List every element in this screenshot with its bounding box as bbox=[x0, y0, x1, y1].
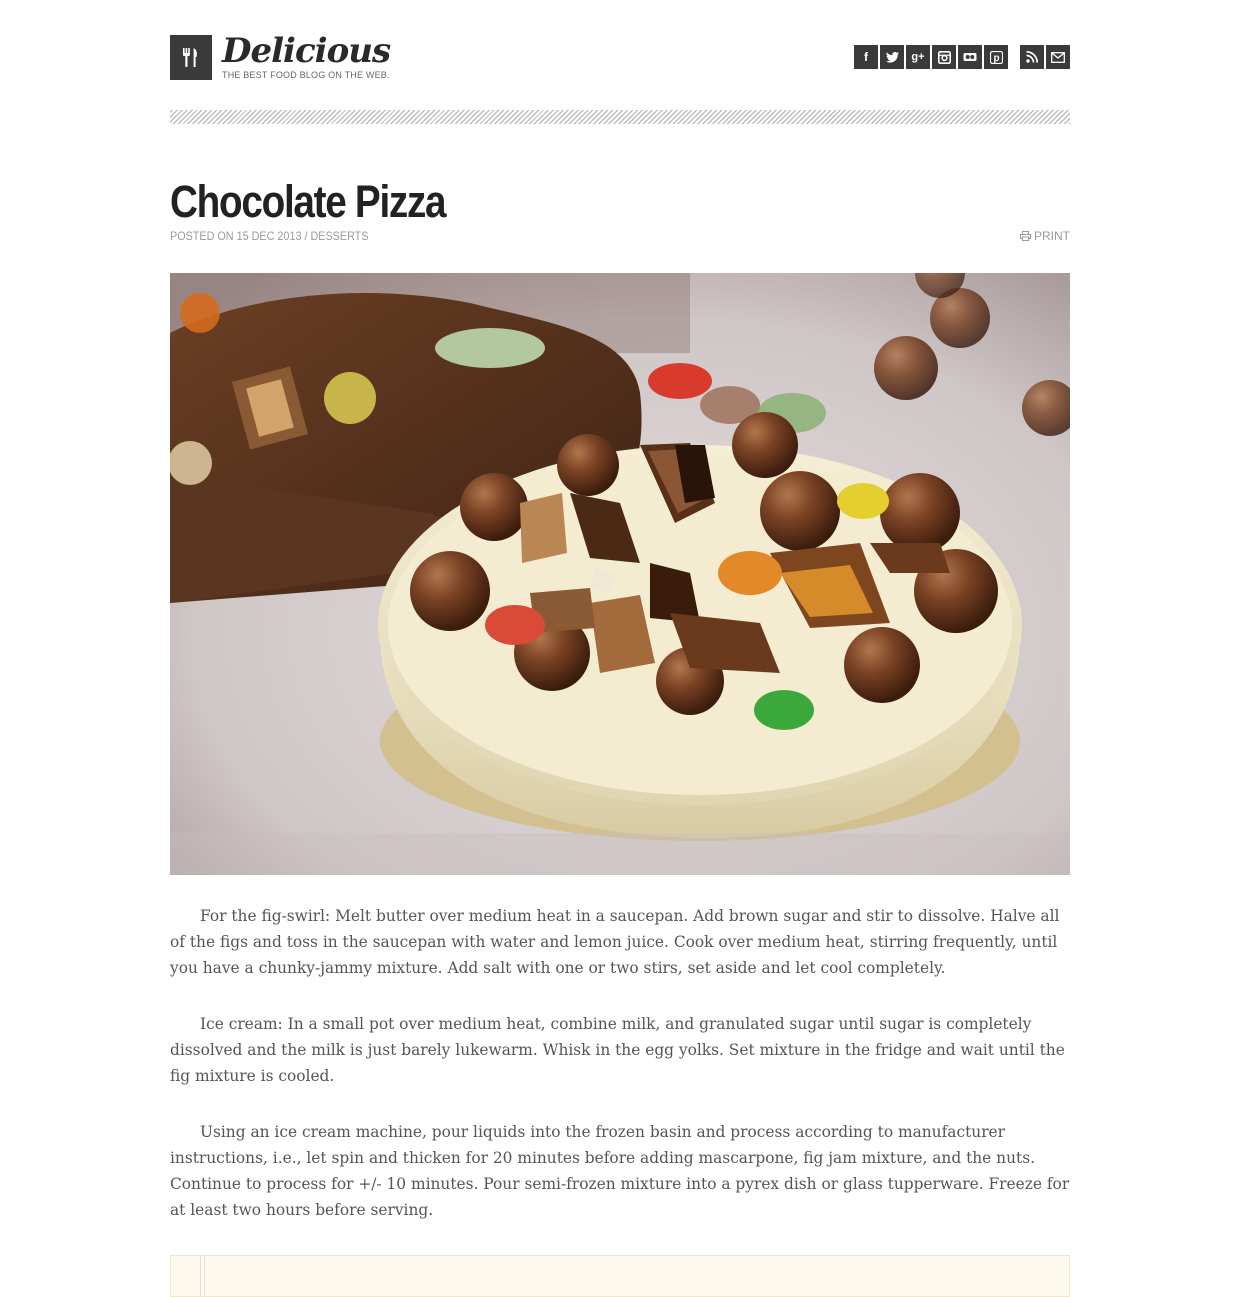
twitter-icon[interactable] bbox=[880, 45, 904, 69]
site-title[interactable]: Delicious bbox=[222, 29, 391, 73]
pinterest-icon[interactable]: p bbox=[984, 45, 1008, 69]
site-tagline: THE BEST FOOD BLOG ON THE WEB. bbox=[222, 70, 390, 80]
logo-badge[interactable] bbox=[170, 35, 212, 80]
google-plus-icon[interactable]: g+ bbox=[906, 45, 930, 69]
paragraph-fig-swirl: For the fig-swirl: Melt butter over medi… bbox=[170, 907, 1060, 977]
post-title: Chocolate Pizza bbox=[170, 176, 447, 227]
site-header: Delicious THE BEST FOOD BLOG ON THE WEB.… bbox=[170, 31, 1070, 85]
social-links: f g+ p bbox=[852, 45, 1070, 69]
paragraph-ice-cream-machine: Using an ice cream machine, pour liquids… bbox=[170, 1123, 1070, 1219]
facebook-icon[interactable]: f bbox=[854, 45, 878, 69]
print-label: PRINT bbox=[1034, 229, 1070, 243]
rss-icon[interactable] bbox=[1020, 45, 1044, 69]
post-meta: POSTED ON 15 DEC 2013 / DESSERTS bbox=[170, 229, 369, 243]
hero-image-chocolate-pizza bbox=[170, 273, 1070, 875]
email-icon[interactable] bbox=[1046, 45, 1070, 69]
recipe-card bbox=[170, 1255, 1070, 1297]
recipe-card-margin-line bbox=[200, 1256, 201, 1296]
print-button[interactable]: PRINT bbox=[1020, 229, 1070, 243]
header-divider bbox=[170, 110, 1070, 124]
flickr-icon[interactable] bbox=[958, 45, 982, 69]
svg-text:p: p bbox=[993, 53, 999, 64]
recipe-card-margin-line bbox=[204, 1256, 205, 1296]
post-content: For the fig-swirl: Melt butter over medi… bbox=[170, 903, 1070, 1253]
fork-knife-icon bbox=[183, 48, 197, 67]
instagram-icon[interactable] bbox=[932, 45, 956, 69]
printer-icon bbox=[1020, 231, 1031, 241]
paragraph-ice-cream: Ice cream: In a small pot over medium he… bbox=[170, 1015, 1065, 1085]
